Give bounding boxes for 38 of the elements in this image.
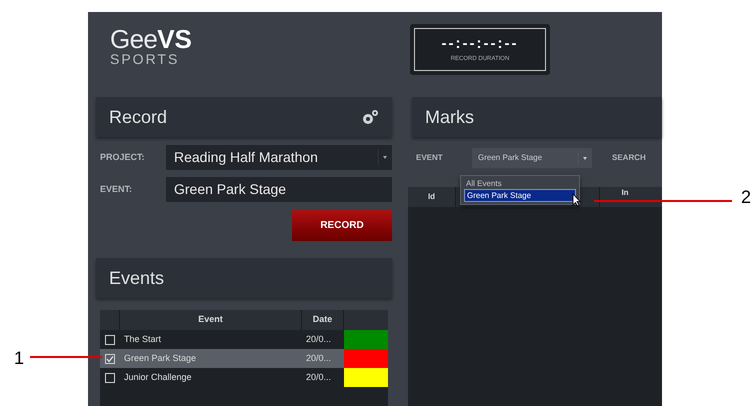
logo-text: Gee — [110, 26, 158, 52]
table-cell-text: The Start — [123, 332, 162, 346]
table-cell-text: 20/0... — [305, 370, 332, 384]
project-dropdown[interactable]: Reading Half Marathon — [166, 145, 392, 170]
panel-title: Marks — [425, 106, 474, 128]
event-field[interactable]: Green Park Stage — [166, 177, 392, 202]
dropdown-option[interactable]: All Events — [464, 178, 576, 189]
dropdown-option[interactable]: Green Park Stage — [464, 189, 576, 202]
checkbox[interactable] — [105, 354, 115, 364]
column-header[interactable]: Event — [120, 310, 302, 330]
field-label: PROJECT: — [99, 150, 146, 164]
panel-title: Events — [109, 266, 164, 290]
table-cell-text: Green Park Stage — [123, 352, 198, 365]
checkbox[interactable] — [105, 372, 115, 382]
record-button[interactable]: RECORD — [292, 210, 392, 241]
table-cell-text: Junior Challenge — [123, 370, 193, 384]
cursor-icon — [572, 193, 581, 207]
table-row[interactable]: Junior Challenge 20/0... — [100, 368, 388, 387]
column-header[interactable]: Date — [302, 310, 344, 330]
logo-subtitle: SPORTS — [110, 52, 180, 66]
table-row[interactable]: The Start 20/0... — [100, 330, 388, 349]
column-header[interactable]: Id — [408, 187, 456, 207]
callout-number: 2 — [741, 186, 752, 209]
leader-line — [30, 355, 102, 359]
table-cell-text: 20/0... — [305, 332, 332, 346]
logo-text: VS — [157, 26, 192, 52]
panel-title: Record — [109, 106, 168, 128]
table-cell-text: 20/0... — [305, 352, 332, 365]
callout-number: 1 — [14, 347, 24, 370]
table-row[interactable]: Green Park Stage 20/0... — [100, 349, 388, 368]
column-header[interactable]: In — [600, 188, 650, 198]
timer-value: --:--:--:-- — [442, 36, 518, 50]
gears-icon — [361, 109, 379, 125]
event-dropdown[interactable]: Green Park Stage — [472, 148, 592, 168]
field-label: SEARCH — [612, 152, 646, 164]
field-label: EVENT — [416, 152, 444, 164]
field-label: EVENT: — [99, 182, 134, 196]
checkbox[interactable] — [105, 334, 115, 344]
